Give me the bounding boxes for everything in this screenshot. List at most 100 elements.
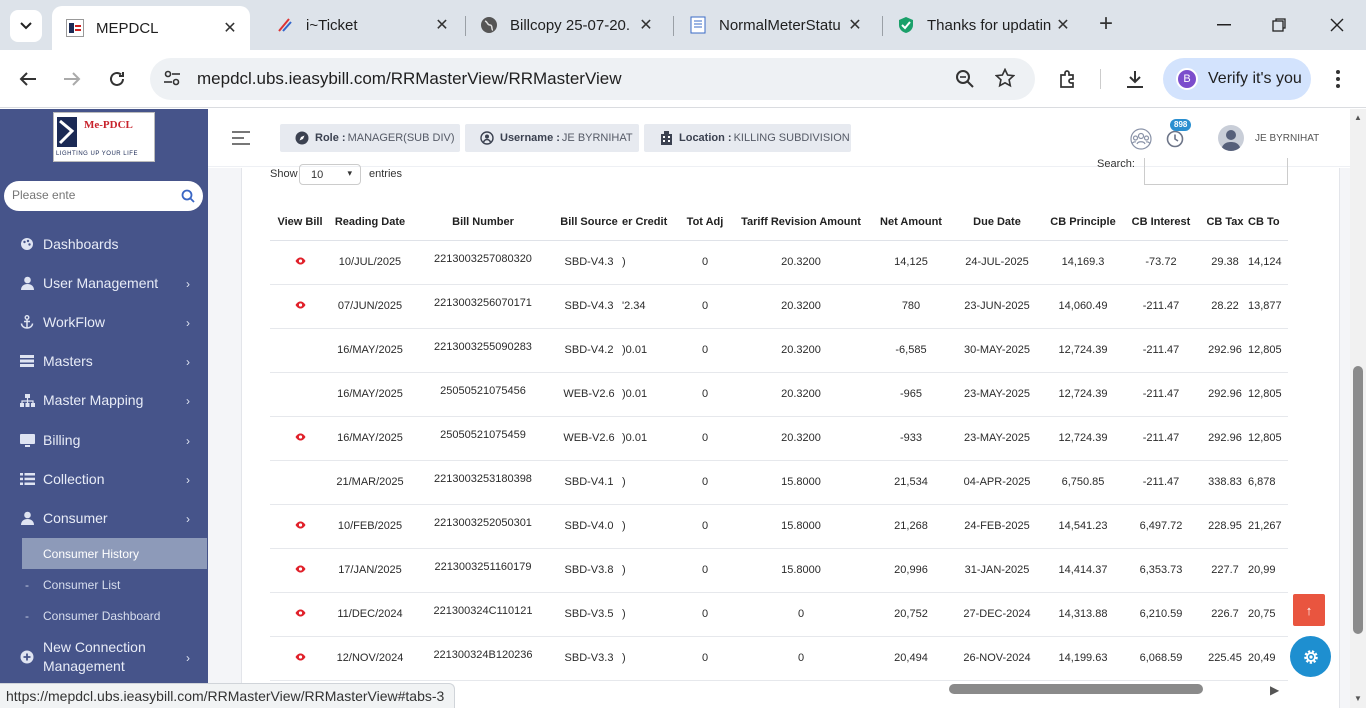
- search-icon[interactable]: [181, 189, 195, 208]
- cb-total-cell: 20,99: [1248, 548, 1288, 593]
- tab-normalmeterstatus[interactable]: NormalMeterStatu ✕: [675, 6, 875, 44]
- close-tab-icon[interactable]: ✕: [1053, 15, 1073, 35]
- mepdcl-favicon: [66, 19, 84, 37]
- column-header[interactable]: Tariff Revision Amount: [728, 204, 874, 241]
- sidebar-item-label: Masters: [43, 353, 93, 369]
- sidebar-item-masters[interactable]: Masters ›: [0, 342, 208, 380]
- browser-menu-button[interactable]: [1323, 64, 1353, 94]
- sidebar-subitem-consumer-history[interactable]: Consumer History: [22, 538, 207, 569]
- cb-total-cell: 13,877: [1248, 284, 1288, 329]
- column-header[interactable]: CB Tax: [1202, 204, 1248, 241]
- tab-search-button[interactable]: [10, 10, 42, 42]
- credit-cell: )0.01: [622, 372, 682, 417]
- column-header[interactable]: Due Date: [948, 204, 1046, 241]
- reload-button[interactable]: [102, 64, 132, 94]
- avatar[interactable]: [1218, 125, 1244, 151]
- cb-interest-cell: 6,353.73: [1120, 548, 1202, 593]
- page-size-select[interactable]: 10 ▾: [299, 164, 361, 185]
- header-user-name[interactable]: JE BYRNIHAT: [1255, 133, 1319, 144]
- column-header[interactable]: Reading Date: [330, 204, 410, 241]
- column-header[interactable]: Net Amount: [874, 204, 948, 241]
- tab-billcopy[interactable]: Billcopy 25-07-20. ✕: [466, 6, 666, 44]
- reading-date-cell: 12/NOV/2024: [330, 636, 410, 681]
- close-tab-icon[interactable]: ✕: [845, 15, 865, 35]
- scroll-down-arrow-icon[interactable]: ▼: [1354, 694, 1362, 703]
- minimize-button[interactable]: [1209, 10, 1239, 40]
- new-tab-button[interactable]: +: [1099, 12, 1113, 36]
- site-settings-icon[interactable]: [163, 70, 181, 91]
- column-header[interactable]: CB Principle: [1046, 204, 1120, 241]
- forward-button[interactable]: [57, 64, 87, 94]
- users-group-icon[interactable]: [1129, 127, 1153, 151]
- eye-icon[interactable]: [295, 608, 306, 620]
- vertical-scrollbar[interactable]: ▲ ▼: [1350, 109, 1366, 708]
- table-search-input[interactable]: [1144, 158, 1288, 185]
- column-header[interactable]: Bill Source: [556, 204, 622, 241]
- sidebar-item-dashboards[interactable]: Dashboards: [0, 225, 208, 263]
- hamburger-menu-icon[interactable]: [232, 131, 250, 145]
- column-header[interactable]: er Credit: [622, 204, 682, 241]
- scrollbar-thumb[interactable]: [1353, 366, 1363, 634]
- address-bar[interactable]: mepdcl.ubs.ieasybill.com/RRMasterView/RR…: [150, 58, 1035, 100]
- scroll-to-top-button[interactable]: ↑: [1293, 594, 1325, 626]
- eye-icon[interactable]: [295, 432, 306, 444]
- verify-profile-button[interactable]: B Verify it's you: [1163, 58, 1311, 100]
- cb-principle-cell: 12,724.39: [1046, 328, 1120, 373]
- cb-interest-cell: -211.47: [1120, 416, 1202, 461]
- bill-source-cell: SBD-V3.8: [556, 548, 622, 593]
- scroll-right-arrow-icon[interactable]: ▶: [1270, 683, 1279, 697]
- sidebar-item-workflow[interactable]: WorkFlow ›: [0, 303, 208, 341]
- mepdcl-logo[interactable]: Me-PDCL LIGHTING UP YOUR LIFE: [53, 112, 155, 162]
- column-header[interactable]: Bill Number: [410, 204, 556, 241]
- settings-button[interactable]: [1290, 636, 1331, 677]
- sidebar-item-master-mapping[interactable]: Master Mapping ›: [0, 381, 208, 419]
- bookmark-star-icon[interactable]: [994, 67, 1016, 93]
- cb-tax-cell: 228.95: [1202, 504, 1248, 549]
- restore-button[interactable]: [1264, 10, 1294, 40]
- horizontal-scrollbar-thumb[interactable]: [949, 684, 1203, 694]
- zoom-icon[interactable]: [955, 69, 975, 94]
- scroll-up-arrow-icon[interactable]: ▲: [1354, 113, 1362, 122]
- bill-number-cell: 221300324B120236: [410, 636, 556, 681]
- column-header[interactable]: View Bill: [270, 204, 330, 241]
- eye-icon[interactable]: [295, 256, 306, 268]
- credit-cell: ): [622, 592, 682, 637]
- sidebar-item-new-connection[interactable]: New Connection Management ›: [0, 637, 208, 677]
- net-amount-cell: 21,268: [874, 504, 948, 549]
- eye-icon[interactable]: [295, 300, 306, 312]
- close-tab-icon[interactable]: ✕: [220, 18, 240, 38]
- eye-icon[interactable]: [295, 564, 306, 576]
- eye-icon[interactable]: [295, 652, 306, 664]
- bill-source-cell: SBD-V4.0: [556, 504, 622, 549]
- sidebar-item-user-management[interactable]: User Management ›: [0, 264, 208, 302]
- column-header[interactable]: CB Interest: [1120, 204, 1202, 241]
- sidebar-search-input[interactable]: [12, 188, 172, 202]
- bill-source-cell: SBD-V3.5: [556, 592, 622, 637]
- column-header[interactable]: CB To: [1248, 204, 1288, 241]
- eye-icon[interactable]: [295, 520, 306, 532]
- tot-adj-cell: 0: [682, 460, 728, 505]
- sidebar-item-label: Collection: [43, 471, 105, 487]
- tab-mepdcl[interactable]: MEPDCL ✕: [52, 6, 250, 50]
- sidebar-item-label: New Connection Management: [43, 638, 146, 676]
- close-window-button[interactable]: [1322, 10, 1352, 40]
- net-amount-cell: -965: [874, 372, 948, 417]
- credit-cell: ): [622, 548, 682, 593]
- table-row: 10/FEB/2025 2213003252050301 SBD-V4.0) 0 15.…: [270, 504, 1288, 549]
- sidebar-subitem-consumer-dashboard[interactable]: - Consumer Dashboard: [22, 600, 207, 631]
- sidebar-item-billing[interactable]: Billing ›: [0, 421, 208, 459]
- downloads-button[interactable]: [1120, 64, 1150, 94]
- tariff-revision-cell: 15.8000: [728, 548, 874, 593]
- dash-bullet: -: [25, 577, 29, 592]
- back-button[interactable]: [13, 64, 43, 94]
- close-tab-icon[interactable]: ✕: [636, 15, 656, 35]
- cb-total-cell: 12,805: [1248, 416, 1288, 461]
- sidebar-subitem-consumer-list[interactable]: - Consumer List: [22, 569, 207, 600]
- sidebar-item-collection[interactable]: Collection ›: [0, 460, 208, 498]
- close-tab-icon[interactable]: ✕: [432, 15, 452, 35]
- extensions-button[interactable]: [1053, 64, 1083, 94]
- column-header[interactable]: Tot Adj: [682, 204, 728, 241]
- tab-thanks[interactable]: Thanks for updatin ✕: [883, 6, 1083, 44]
- sidebar-item-consumer[interactable]: Consumer ›: [0, 499, 208, 537]
- tab-iticket[interactable]: i~Ticket ✕: [262, 6, 462, 44]
